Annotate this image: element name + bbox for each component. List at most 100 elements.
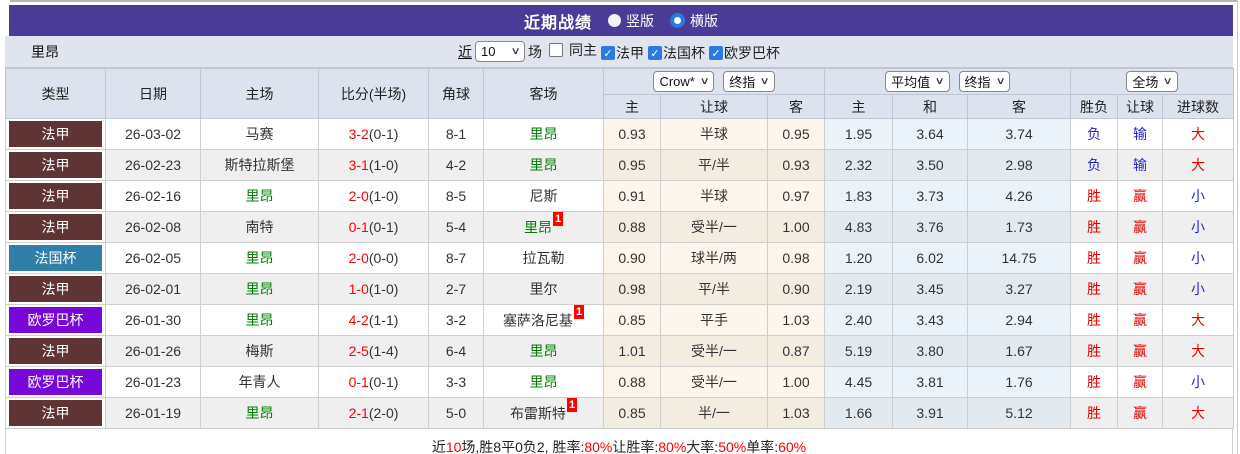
avg-home-cell: 2.19 xyxy=(824,273,894,305)
avg-home-cell: 4.45 xyxy=(824,366,894,398)
avg-draw-cell: 3.50 xyxy=(892,149,969,181)
corner-cell: 2-7 xyxy=(428,273,484,305)
match-count-select[interactable]: 10 ∨ xyxy=(475,41,525,62)
sub-header-odds-home: 主 xyxy=(603,94,661,119)
goals-result-cell: 小 xyxy=(1162,211,1235,243)
home-team-cell: 梅斯 xyxy=(200,335,319,367)
odds-home-cell: 1.01 xyxy=(603,335,661,367)
radio-selected-icon[interactable] xyxy=(670,13,685,28)
date-cell: 26-02-16 xyxy=(105,180,201,212)
page-title: 近期战绩 xyxy=(523,14,592,32)
score-cell: 4-2(1-1) xyxy=(318,304,429,336)
corner-cell: 3-2 xyxy=(428,304,484,336)
avg-draw-cell: 3.64 xyxy=(892,118,969,150)
avg-home-cell: 1.66 xyxy=(824,397,894,429)
corner-cell: 3-3 xyxy=(428,366,484,398)
checkbox-checked-icon[interactable]: ✓ xyxy=(601,46,615,61)
goals-result-cell: 大 xyxy=(1162,335,1235,367)
goals-result-cell: 小 xyxy=(1162,242,1235,274)
handicap-cell: 半球 xyxy=(660,180,768,212)
match-row: 法甲 26-01-26 梅斯 2-5(1-4) 6-4 里昂 1.01 受半/一 0.87 5.1… xyxy=(5,335,1235,367)
chevron-down-icon: ∨ xyxy=(510,46,521,57)
results-table-body: 法甲 26-03-02 马赛 3-2(0-1) 8-1 里昂 0.93 半球 0.95 1.95 3… xyxy=(5,118,1235,429)
league-badge: 法甲 xyxy=(9,152,102,178)
summary-segment: 大率: xyxy=(686,438,719,454)
avg-draw-cell: 3.76 xyxy=(892,211,969,243)
odds-home-cell: 0.95 xyxy=(603,149,661,181)
filter-checkbox[interactable]: ✓ 法甲 xyxy=(601,43,644,63)
avg-away-cell: 14.75 xyxy=(967,242,1072,274)
avg-away-cell: 3.27 xyxy=(967,273,1072,305)
team-name: 里昂 xyxy=(245,281,274,297)
filter-checkbox[interactable]: ✓ 法国杯 xyxy=(648,43,705,63)
half-time-score: (0-1) xyxy=(368,219,399,235)
filter-checkbox[interactable]: 同主 xyxy=(549,40,597,60)
odds-index-select[interactable]: 终指 ∨ xyxy=(723,71,775,92)
score-cell: 2-5(1-4) xyxy=(318,335,429,367)
result-cell: 胜 xyxy=(1070,273,1119,305)
filter-checkbox[interactable]: ✓ 欧罗巴杯 xyxy=(709,43,780,63)
league-badge: 法甲 xyxy=(9,276,102,302)
half-time-score: (1-0) xyxy=(368,281,399,297)
league-cell: 法甲 xyxy=(5,335,106,367)
odds-company-select[interactable]: Crow* ∨ xyxy=(653,71,715,92)
checkbox-checked-icon[interactable]: ✓ xyxy=(709,46,723,61)
full-time-score: 2-0 xyxy=(348,188,369,204)
handicap-cell: 半球 xyxy=(660,118,768,150)
filter-checkbox-group: 同主 ✓ 法甲 ✓ 法国杯 ✓ 欧罗巴杯 xyxy=(545,40,780,64)
team-name: 梅斯 xyxy=(245,343,274,359)
avg-away-cell: 2.98 xyxy=(967,149,1072,181)
result-cell: 胜 xyxy=(1070,242,1119,274)
col-header-date: 日期 xyxy=(105,68,201,119)
handicap-cell: 受半/一 xyxy=(660,211,768,243)
away-team-cell: 里昂 xyxy=(483,335,604,367)
average-select[interactable]: 平均值 ∨ xyxy=(885,71,950,92)
near-link[interactable]: 近 xyxy=(458,42,472,62)
result-cell: 负 xyxy=(1070,149,1119,181)
result-cell: 胜 xyxy=(1070,304,1119,336)
summary-segment: 60% xyxy=(778,438,807,454)
avg-draw-cell: 3.45 xyxy=(892,273,969,305)
team-name: 布雷斯特 xyxy=(509,405,566,422)
avg-away-cell: 5.12 xyxy=(967,397,1072,429)
corner-cell: 8-5 xyxy=(428,180,484,212)
layout-radio-horizontal[interactable]: 横版 xyxy=(670,11,718,31)
corner-cell: 5-0 xyxy=(428,397,484,429)
radio-unselected-icon[interactable] xyxy=(608,14,621,27)
results-table: 类型 日期 主场 比分(半场) 角球 客场 Crow* ∨ 终指 ∨ 平均值 ∨… xyxy=(5,68,1235,429)
average-index-select[interactable]: 终指 ∨ xyxy=(958,71,1010,92)
match-row: 欧罗巴杯 26-01-30 里昂 4-2(1-1) 3-2 塞萨洛尼基1 0.85 平手 1.0… xyxy=(5,304,1235,336)
odds-away-cell: 0.90 xyxy=(766,273,826,305)
avg-home-cell: 1.20 xyxy=(824,242,894,274)
checkbox-checked-icon[interactable]: ✓ xyxy=(648,46,662,61)
handicap-cell: 球半/两 xyxy=(660,242,768,274)
odds-group-header: Crow* ∨ 终指 ∨ xyxy=(602,68,826,95)
team-name: 年青人 xyxy=(238,374,281,390)
odds-home-cell: 0.91 xyxy=(603,180,661,212)
avg-away-cell: 1.76 xyxy=(967,366,1072,398)
col-header-away: 客场 xyxy=(483,68,604,119)
match-row: 法甲 26-02-16 里昂 2-0(1-0) 8-5 尼斯 0.91 半球 0.97 1.83 3… xyxy=(5,180,1235,212)
handicap-result-cell: 赢 xyxy=(1117,366,1164,398)
team-name: 马赛 xyxy=(245,126,274,142)
avg-home-cell: 5.19 xyxy=(824,335,894,367)
avg-draw-cell: 3.80 xyxy=(892,335,969,367)
layout-radio-vertical[interactable]: 竖版 xyxy=(608,11,654,31)
home-team-cell: 里昂 xyxy=(200,397,319,429)
score-cell: 0-1(0-1) xyxy=(318,211,429,243)
odds-home-cell: 0.85 xyxy=(603,304,661,336)
col-header-corner: 角球 xyxy=(428,68,484,119)
average-index-value: 终指 xyxy=(964,75,991,90)
scope-select[interactable]: 全场 ∨ xyxy=(1126,71,1178,92)
avg-home-cell: 2.32 xyxy=(824,149,894,181)
league-badge: 法甲 xyxy=(9,183,102,209)
checkbox-unchecked-icon[interactable] xyxy=(549,42,563,57)
home-team-cell: 里昂 xyxy=(200,242,319,274)
half-time-score: (0-1) xyxy=(368,374,399,390)
handicap-result-cell: 输 xyxy=(1117,149,1164,181)
half-time-score: (1-4) xyxy=(368,343,399,359)
avg-away-cell: 1.73 xyxy=(967,211,1072,243)
half-time-score: (1-0) xyxy=(368,157,399,173)
handicap-result-cell: 输 xyxy=(1117,118,1164,150)
odds-index-value: 终指 xyxy=(729,75,756,90)
